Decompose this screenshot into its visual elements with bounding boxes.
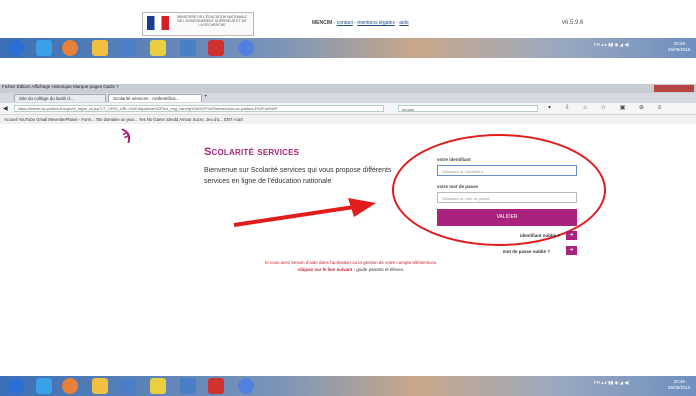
folder-icon[interactable]	[92, 378, 108, 394]
link-contact[interactable]: contact	[337, 20, 353, 26]
welcome-text: Bienvenue sur Scolarité services qui vou…	[204, 167, 392, 185]
menu-bar[interactable]: Fichier Édition Affichage Historique Mar…	[2, 84, 118, 89]
forgot-password-button[interactable]: ➜	[566, 246, 577, 255]
link-legal[interactable]: mentions légales	[357, 20, 395, 26]
site-logo-icon: ϡ	[121, 127, 131, 144]
media-icon[interactable]	[238, 378, 254, 394]
help-line-2: cliquez sur le lien suivant : guide pare…	[226, 266, 476, 273]
page-title: Scolarité services	[204, 146, 300, 158]
ie-icon[interactable]	[36, 378, 52, 394]
help-text: Si vous avez besoin d'aide dans l'activa…	[226, 259, 476, 273]
tab-college-site[interactable]: Site du collège du lardé d...	[14, 94, 106, 102]
app-icon[interactable]	[180, 378, 196, 394]
clock-date: 25/09/2015	[668, 385, 691, 390]
clock: 20:49 25/09/2015	[668, 41, 691, 53]
word-icon[interactable]	[120, 378, 136, 394]
clock-date: 25/09/2015	[668, 47, 691, 52]
search-input[interactable]: ubuntu	[398, 105, 538, 112]
paint-icon[interactable]	[208, 40, 224, 56]
clock: 20:49 25/09/2015	[668, 379, 691, 391]
ie-icon[interactable]	[36, 40, 52, 56]
start-button[interactable]	[8, 40, 24, 56]
media-icon[interactable]	[238, 40, 254, 56]
toolbar-icons[interactable]: ▾ ⇩ ⌂ ☆ ▣ ⊕ ≡	[548, 104, 667, 111]
firefox-icon[interactable]	[62, 378, 78, 394]
explorer-icon[interactable]	[150, 40, 166, 56]
forgot-username-link[interactable]: identifiant oublié ?	[480, 233, 560, 238]
guide-link[interactable]: guide parents et élèves.	[356, 267, 404, 272]
firefox-icon[interactable]	[62, 40, 78, 56]
forgot-password-link[interactable]: mot de passe oublié ?	[480, 249, 550, 254]
help-line-2-text: cliquez sur le lien suivant :	[297, 267, 357, 272]
paint-icon[interactable]	[208, 378, 224, 394]
windows-taskbar: FR ▴ ▸ ▮▮ ◉ ◢ ◀) 20:49 25/09/2015	[0, 38, 696, 58]
app-icon[interactable]	[180, 40, 196, 56]
help-line-1: Si vous avez besoin d'aide dans l'activa…	[264, 260, 438, 265]
system-tray[interactable]: FR ▴ ▸ ▮▮ ◉ ◢ ◀)	[594, 380, 629, 386]
windows-taskbar-bottom: FR ▴ ▸ ▮▮ ◉ ◢ ◀) 20:49 25/09/2015	[0, 376, 696, 396]
arrow-shaft	[233, 205, 355, 227]
footer-links: MENCIM - contact - mentions légales - ai…	[312, 20, 409, 26]
link-help[interactable]: aide	[399, 20, 408, 26]
forgot-username-button[interactable]: ➜	[566, 231, 577, 240]
french-flag-icon	[147, 16, 169, 30]
site-footer: MINISTÈRE DE L'ÉDUCATION NATIONALE DE L'…	[0, 0, 696, 38]
ministry-logo: MINISTÈRE DE L'ÉDUCATION NATIONALE DE L'…	[142, 12, 254, 36]
system-tray[interactable]: FR ▴ ▸ ▮▮ ◉ ◢ ◀)	[594, 42, 629, 48]
red-arrow-annotation	[233, 198, 376, 227]
start-button[interactable]	[8, 378, 24, 394]
back-icon[interactable]: ◀	[3, 105, 8, 112]
window-controls[interactable]	[654, 85, 694, 92]
ministry-name: MINISTÈRE DE L'ÉDUCATION NATIONALE DE L'…	[177, 15, 247, 27]
explorer-icon[interactable]	[150, 378, 166, 394]
red-circle-annotation	[392, 134, 606, 246]
url-bar[interactable]: https://teleser.ac-poitiers.fr/login/ct_…	[14, 105, 384, 112]
new-tab-button[interactable]: +	[204, 94, 208, 100]
footer-prefix: MENCIM -	[312, 20, 337, 26]
folder-icon[interactable]	[92, 40, 108, 56]
arrow-head	[348, 198, 376, 217]
tab-scolarite-services[interactable]: Scolarité services - Authentifica...	[108, 94, 202, 102]
word-icon[interactable]	[120, 40, 136, 56]
bookmarks-bar[interactable]: Accueil YouTube Gmail MeventerPlanet - F…	[0, 115, 696, 124]
app-version: v6.5.9.6	[562, 20, 584, 26]
